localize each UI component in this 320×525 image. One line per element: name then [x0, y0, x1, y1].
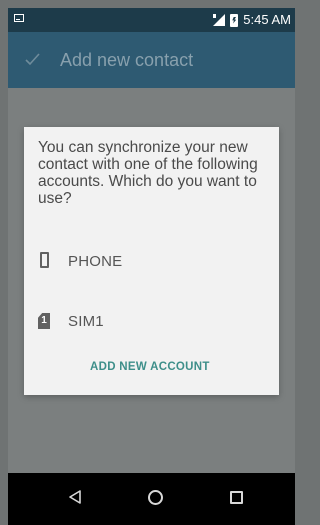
home-icon[interactable]	[148, 490, 163, 505]
back-icon[interactable]	[68, 490, 82, 504]
app-bar: Add new contact	[8, 32, 295, 88]
sim-card-icon: 1	[38, 313, 50, 329]
account-label: PHONE	[68, 253, 123, 270]
navigation-bar	[8, 473, 295, 525]
add-new-account-button[interactable]: ADD NEW ACCOUNT	[90, 359, 210, 375]
battery-charging-icon	[230, 13, 239, 27]
account-option-sim1[interactable]: 1 SIM1	[24, 302, 279, 342]
phone-screen: 5:45 AM Add new contact You can synchron…	[8, 8, 295, 525]
account-chooser-dialog: You can synchronize your new contact wit…	[24, 127, 279, 395]
account-label: SIM1	[68, 313, 104, 330]
recents-icon[interactable]	[230, 491, 243, 504]
status-icons: 5:45 AM	[213, 12, 291, 28]
check-icon[interactable]	[25, 52, 40, 67]
phone-icon	[40, 252, 49, 268]
notification-icon	[14, 14, 24, 22]
status-bar: 5:45 AM	[8, 8, 295, 32]
signal-icon	[213, 14, 226, 26]
account-option-phone[interactable]: PHONE	[24, 242, 279, 282]
dialog-message: You can synchronize your new contact wit…	[38, 139, 258, 207]
status-time: 5:45 AM	[243, 12, 291, 27]
page-title: Add new contact	[60, 50, 194, 70]
